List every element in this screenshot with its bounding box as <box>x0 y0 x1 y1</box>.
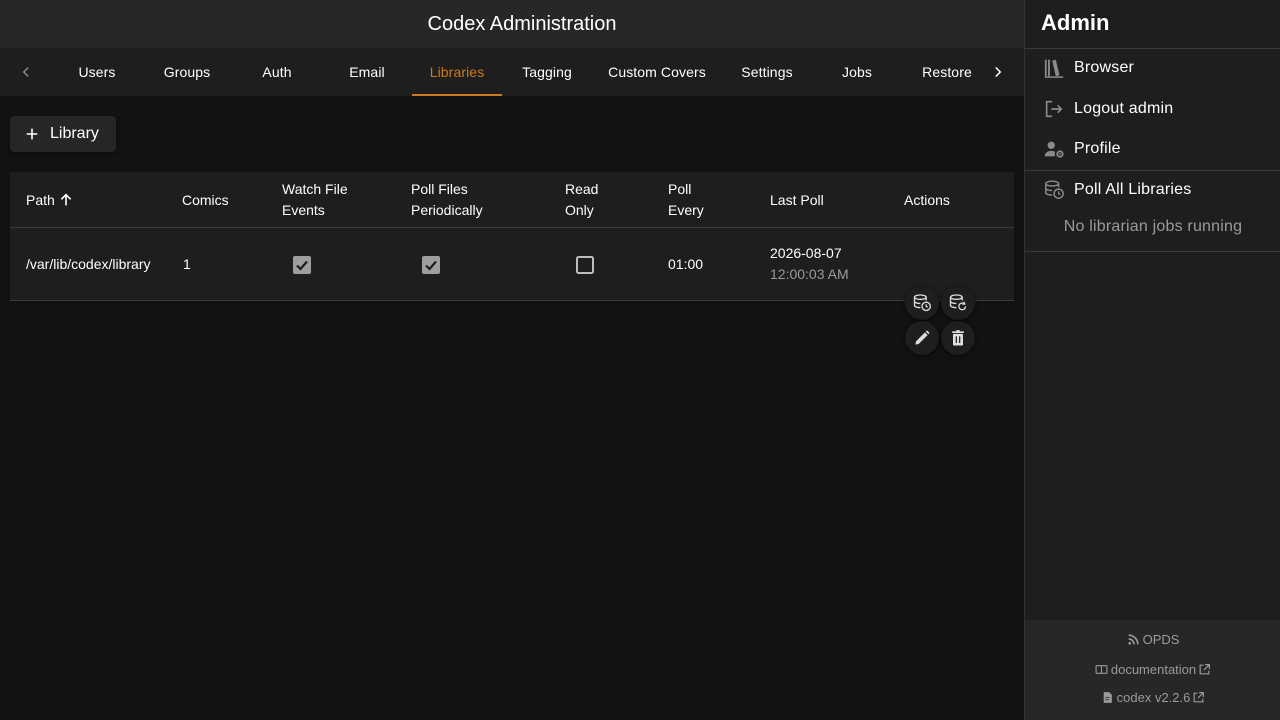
tab-auth[interactable]: Auth <box>232 48 322 96</box>
sidebar-item-logout[interactable]: Logout admin <box>1025 89 1280 129</box>
app-bar: Codex Administration <box>0 0 1024 48</box>
column-header-last-poll[interactable]: Last Poll <box>770 172 824 228</box>
last-poll-date: 2026-08-07 <box>770 245 842 261</box>
documentation-link[interactable]: documentation <box>1025 662 1280 677</box>
library-path: /var/lib/codex/library <box>26 256 151 272</box>
rss-icon <box>1127 634 1139 645</box>
sidebar-footer: OPDS documentation codex v2.2.6 <box>1025 620 1280 720</box>
table-header: Path Comics Watch File Events Poll Files… <box>10 172 1014 228</box>
add-library-button[interactable]: Library <box>10 116 116 152</box>
plus-icon <box>26 128 38 140</box>
column-header-watch-file-events[interactable]: Watch File Events <box>282 172 348 228</box>
logout-icon <box>1045 100 1063 118</box>
tab-email[interactable]: Email <box>322 48 412 96</box>
arrow-up-icon <box>60 193 72 206</box>
tabs-next-button[interactable] <box>972 48 1024 96</box>
column-header-poll-files[interactable]: Poll Files Periodically <box>411 172 483 228</box>
last-poll-time: 12:00:03 AM <box>770 266 849 282</box>
checkbox-checked-icon <box>422 256 440 274</box>
column-header-actions: Actions <box>904 191 950 208</box>
admin-tabs: Users Groups Auth Email Libraries Taggin… <box>0 48 1024 96</box>
app-root: Codex Administration Users Groups Auth E… <box>0 0 1280 720</box>
column-header-comics[interactable]: Comics <box>182 172 229 228</box>
version-link[interactable]: codex v2.2.6 <box>1025 690 1280 705</box>
chevron-right-icon <box>995 66 1002 78</box>
delete-library-button[interactable] <box>941 321 975 355</box>
opds-link[interactable]: OPDS <box>1025 632 1280 647</box>
add-library-label: Library <box>50 125 99 142</box>
checkbox-unchecked-icon <box>576 256 594 274</box>
tab-libraries[interactable]: Libraries <box>412 48 502 96</box>
tab-groups[interactable]: Groups <box>142 48 232 96</box>
database-clock-icon <box>913 294 931 312</box>
tab-tagging[interactable]: Tagging <box>502 48 592 96</box>
poll-every-value: 01:00 <box>668 256 704 272</box>
watch-file-events-checkbox[interactable] <box>293 256 311 274</box>
tab-jobs[interactable]: Jobs <box>812 48 902 96</box>
sidebar-item-profile[interactable]: Profile <box>1025 129 1280 169</box>
checkbox-checked-icon <box>293 256 311 274</box>
page-title: Codex Administration <box>427 12 617 35</box>
library-comics-count: 1 <box>183 256 191 272</box>
open-in-new-icon <box>1199 664 1211 675</box>
column-header-read-only[interactable]: Read Only <box>565 172 598 228</box>
chevron-left-icon <box>22 66 29 78</box>
poll-library-button[interactable] <box>905 286 939 320</box>
sidebar-item-poll-all-libraries[interactable]: Poll All Libraries <box>1025 170 1280 210</box>
tabs-prev-button[interactable] <box>0 48 52 96</box>
table-row: /var/lib/codex/library 1 01:00 2026-08-0… <box>10 228 1014 355</box>
column-header-poll-every[interactable]: Poll Every <box>668 172 704 228</box>
database-clock-icon <box>1045 180 1064 199</box>
last-poll-value: 2026-08-07 12:00:03 AM <box>770 228 849 300</box>
libraries-table: Path Comics Watch File Events Poll Files… <box>10 172 1014 355</box>
force-update-library-button[interactable] <box>941 286 975 320</box>
library-shelves-icon <box>1044 59 1064 78</box>
admin-sidebar: Admin Browser Logout admin Profile Poll … <box>1024 0 1280 720</box>
edit-library-button[interactable] <box>905 321 939 355</box>
file-document-icon <box>1103 692 1112 703</box>
poll-files-periodically-checkbox[interactable] <box>422 256 440 274</box>
librarian-status-text: No librarian jobs running <box>1063 218 1243 235</box>
book-open-icon <box>1095 665 1108 674</box>
tab-settings[interactable]: Settings <box>722 48 812 96</box>
pencil-icon <box>915 330 930 345</box>
database-refresh-icon <box>949 294 967 311</box>
trash-can-icon <box>952 330 964 346</box>
column-header-path[interactable]: Path <box>26 172 74 228</box>
account-cog-icon <box>1044 141 1064 158</box>
sidebar-title: Admin <box>1041 10 1110 35</box>
open-in-new-icon <box>1193 692 1205 703</box>
tab-users[interactable]: Users <box>52 48 142 96</box>
read-only-checkbox[interactable] <box>576 256 594 274</box>
sidebar-item-browser[interactable]: Browser <box>1025 48 1280 88</box>
tab-custom-covers[interactable]: Custom Covers <box>592 48 722 96</box>
sidebar-divider <box>1025 251 1280 252</box>
